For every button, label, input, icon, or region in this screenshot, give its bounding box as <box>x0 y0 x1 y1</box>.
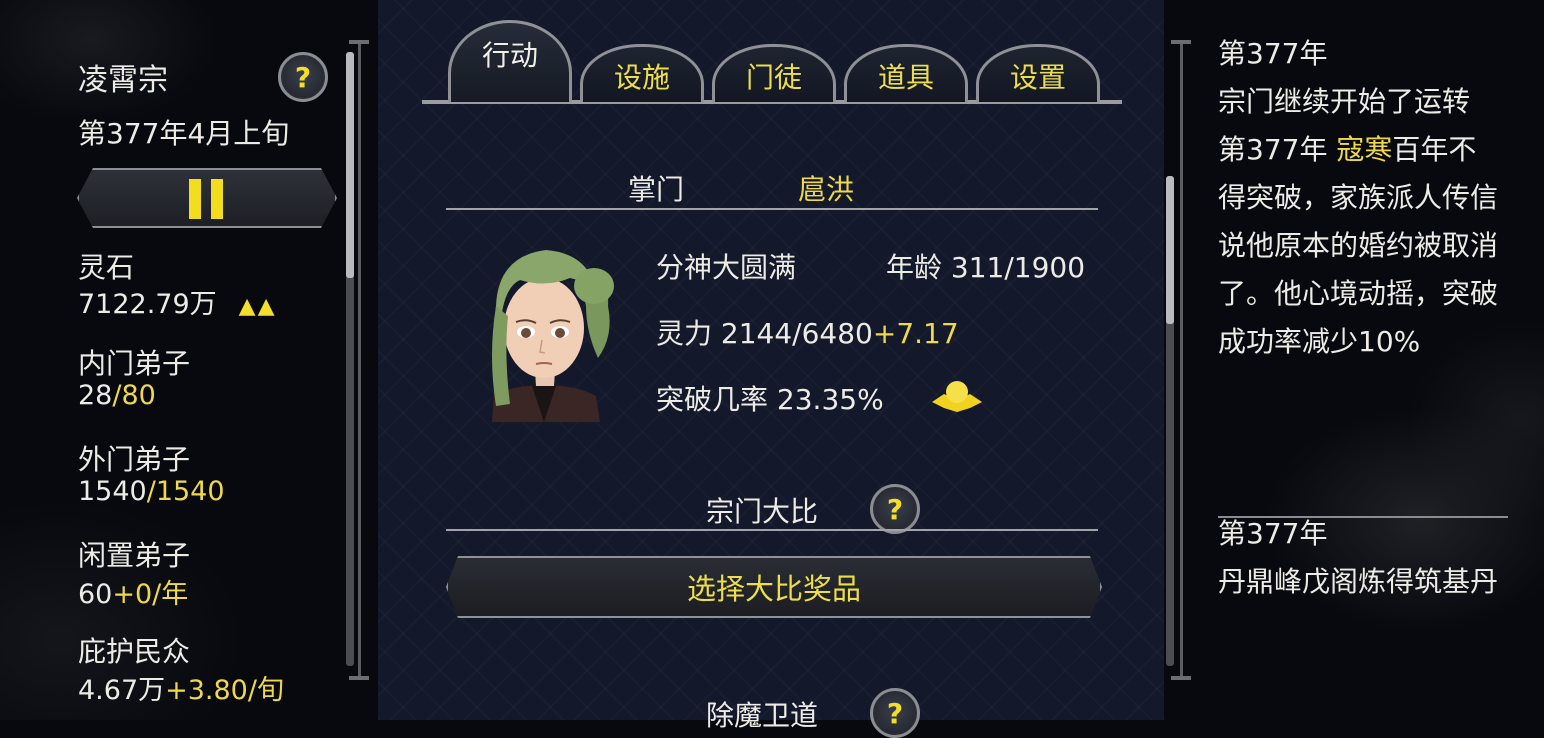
log-year: 第377年 <box>1218 37 1328 70</box>
leader-age: 年龄 311/1900 <box>886 246 1085 286</box>
log-year: 第377年 <box>1218 133 1328 166</box>
right-divider-pillar <box>1180 42 1183 678</box>
stat-label-spirit-stones: 灵石 <box>78 251 135 284</box>
idle-disciples-rate: +0/年 <box>112 579 189 610</box>
tab-disciples-label: 门徒 <box>745 61 802 94</box>
pillar-cap <box>349 40 369 44</box>
log-entry: 第377年 宗门继续开始了运转 第377年 寇寒百年不得突破，家族派人传信说他原… <box>1218 30 1498 366</box>
right-scrollbar[interactable] <box>1166 176 1174 666</box>
leader-label: 掌门 <box>628 173 685 206</box>
pause-icon <box>189 179 201 219</box>
breakthrough-value: 23.35% <box>776 383 884 416</box>
main-action-panel: 行动 设施 门徒 道具 设置 掌门 扈洪 分神大圆满 年龄 311/1900 灵… <box>378 0 1164 738</box>
pillar-cap <box>349 676 369 680</box>
power-value: 2144/6480 <box>720 317 873 350</box>
divider-line <box>446 529 1098 531</box>
stat-value-idle-disciples: 60+0/年 <box>78 572 188 611</box>
tab-facilities[interactable]: 设施 <box>580 44 704 102</box>
question-icon: ? <box>886 696 904 730</box>
tab-items[interactable]: 道具 <box>844 44 968 102</box>
leader-name[interactable]: 扈洪 <box>798 168 854 208</box>
left-scrollbar[interactable] <box>346 52 354 666</box>
pause-button[interactable] <box>77 168 337 228</box>
choose-tournament-prize-button[interactable]: 选择大比奖品 <box>446 556 1102 618</box>
log-text: 丹鼎峰戊阁炼得筑基丹 <box>1218 565 1499 598</box>
outer-disciples-max: /1540 <box>146 476 225 507</box>
protected-people-count: 4.67万 <box>78 675 166 706</box>
leader-spirit-power: 灵力 2144/6480+7.17 <box>656 312 959 352</box>
log-text: 第377年 寇寒百年不得突破，家族派人传信说他原本的婚约被取消了。他心境动摇，突… <box>1218 126 1498 366</box>
tab-actions-label: 行动 <box>481 39 538 72</box>
power-gain: +7.17 <box>872 317 959 350</box>
game-date: 第377年4月上旬 <box>78 117 290 150</box>
stat-label-protected-people: 庇护民众 <box>78 635 191 668</box>
stat-label-inner-disciples: 内门弟子 <box>78 347 191 380</box>
age-label: 年龄 <box>886 251 943 284</box>
event-log-panel: 第377年 宗门继续开始了运转 第377年 寇寒百年不得突破，家族派人传信说他原… <box>1166 0 1544 720</box>
log-entry: 第377年 丹鼎峰戊阁炼得筑基丹 <box>1218 510 1498 606</box>
sect-name: 凌霄宗 <box>78 63 168 98</box>
stat-value-spirit-stones: 7122.79万 ▲▲ <box>78 282 277 321</box>
inner-disciples-count: 28 <box>78 380 113 411</box>
outer-disciples-count: 1540 <box>78 476 147 507</box>
tab-items-label: 道具 <box>877 61 934 94</box>
tab-actions[interactable]: 行动 <box>448 20 572 102</box>
left-status-panel: 凌霄宗 ? 第377年4月上旬 灵石 7122.79万 ▲▲ 内门弟子 28/80… <box>0 0 370 720</box>
pillar-cap <box>1171 40 1191 44</box>
idle-disciples-count: 60 <box>78 579 113 610</box>
tab-settings[interactable]: 设置 <box>976 44 1100 102</box>
log-person-name[interactable]: 寇寒 <box>1336 133 1392 166</box>
pause-icon-bar <box>211 179 223 219</box>
question-icon: ? <box>886 492 904 526</box>
right-scrollbar-thumb[interactable] <box>1166 176 1174 324</box>
stat-value-inner-disciples: 28/80 <box>78 380 156 411</box>
leader-portrait[interactable] <box>474 236 616 422</box>
spirit-stones-value: 7122.79万 <box>78 289 217 320</box>
tournament-title: 宗门大比 <box>706 495 819 528</box>
leader-realm: 分神大圆满 <box>656 251 797 284</box>
protected-people-rate: +3.80/旬 <box>165 675 284 706</box>
leader-portrait-art <box>492 250 614 422</box>
log-year: 第377年 <box>1218 517 1328 550</box>
increase-arrows-icon: ▲▲ <box>238 294 277 319</box>
tab-settings-label: 设置 <box>1009 61 1066 94</box>
tournament-help-button[interactable]: ? <box>870 484 920 534</box>
demon-slaying-title: 除魔卫道 <box>706 699 819 732</box>
log-text-part: 百年 <box>1392 133 1449 166</box>
question-icon: ? <box>294 60 312 94</box>
log-text-part: 不得突破，家族派人传信说他原本的婚约被取消了。他心境动摇，突破成功率减少10% <box>1218 133 1499 358</box>
log-text: 宗门继续开始了运转 <box>1218 85 1471 118</box>
stat-label-idle-disciples: 闲置弟子 <box>78 539 191 572</box>
stat-label-outer-disciples: 外门弟子 <box>78 443 191 476</box>
pillar-cap <box>1171 676 1191 680</box>
breakthrough-label: 突破几率 <box>656 383 769 416</box>
tab-disciples[interactable]: 门徒 <box>712 44 836 102</box>
tab-facilities-label: 设施 <box>613 61 670 94</box>
sect-help-button[interactable]: ? <box>278 52 328 102</box>
demon-slaying-help-button[interactable]: ? <box>870 688 920 738</box>
left-scrollbar-thumb[interactable] <box>346 52 354 278</box>
inner-disciples-max: /80 <box>112 380 156 411</box>
divider-line <box>446 208 1098 210</box>
power-label: 灵力 <box>656 317 713 350</box>
breakthrough-chance: 突破几率 23.35% <box>656 378 884 418</box>
stat-value-protected-people: 4.67万+3.80/旬 <box>78 668 284 707</box>
stat-value-outer-disciples: 1540/1540 <box>78 476 225 507</box>
age-value: 311/1900 <box>950 251 1086 284</box>
breakthrough-boost-icon[interactable] <box>930 378 984 416</box>
left-divider-pillar <box>358 42 361 678</box>
